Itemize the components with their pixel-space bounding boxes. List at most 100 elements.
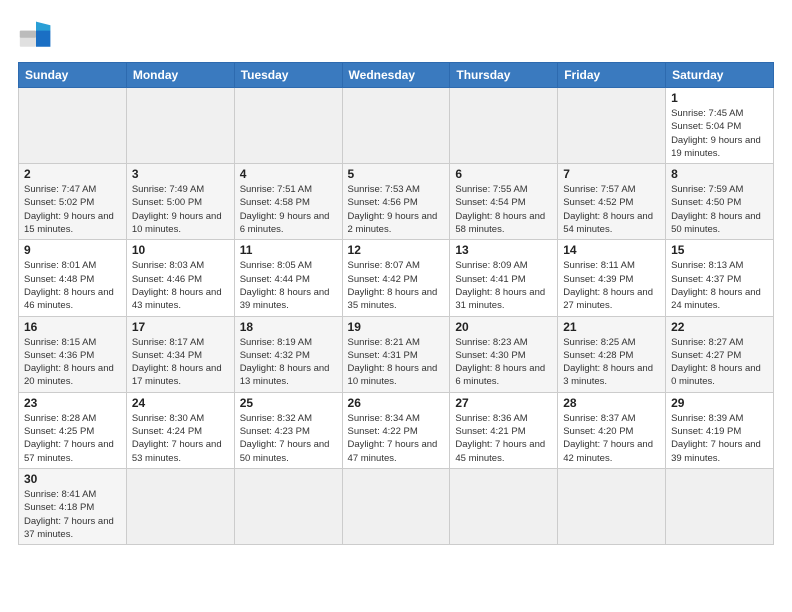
day-number: 28 xyxy=(563,396,660,410)
day-number: 9 xyxy=(24,243,121,257)
day-cell: 26Sunrise: 8:34 AM Sunset: 4:22 PM Dayli… xyxy=(342,392,450,468)
day-cell xyxy=(234,88,342,164)
day-cell xyxy=(126,88,234,164)
day-info: Sunrise: 8:11 AM Sunset: 4:39 PM Dayligh… xyxy=(563,259,660,312)
day-info: Sunrise: 8:21 AM Sunset: 4:31 PM Dayligh… xyxy=(348,336,445,389)
week-row-0: 1 Sunrise: 7:45 AM Sunset: 5:04 PM Daylig… xyxy=(19,88,774,164)
day-info: Sunrise: 7:57 AM Sunset: 4:52 PM Dayligh… xyxy=(563,183,660,236)
day-number: 1 xyxy=(671,91,768,105)
day-info: Sunrise: 7:51 AM Sunset: 4:58 PM Dayligh… xyxy=(240,183,337,236)
page: SundayMondayTuesdayWednesdayThursdayFrid… xyxy=(0,0,792,612)
day-info: Sunrise: 8:27 AM Sunset: 4:27 PM Dayligh… xyxy=(671,336,768,389)
day-number: 15 xyxy=(671,243,768,257)
day-number: 11 xyxy=(240,243,337,257)
day-info: Sunrise: 8:15 AM Sunset: 4:36 PM Dayligh… xyxy=(24,336,121,389)
day-info: Sunrise: 8:07 AM Sunset: 4:42 PM Dayligh… xyxy=(348,259,445,312)
day-info: Sunrise: 8:19 AM Sunset: 4:32 PM Dayligh… xyxy=(240,336,337,389)
weekday-monday: Monday xyxy=(126,63,234,88)
day-info: Sunrise: 7:45 AM Sunset: 5:04 PM Dayligh… xyxy=(671,107,768,160)
day-cell: 16 Sunrise: 8:15 AM Sunset: 4:36 PM Dayli… xyxy=(19,316,127,392)
week-row-5: 30Sunrise: 8:41 AM Sunset: 4:18 PM Dayli… xyxy=(19,468,774,544)
day-info: Sunrise: 8:01 AM Sunset: 4:48 PM Dayligh… xyxy=(24,259,121,312)
day-number: 4 xyxy=(240,167,337,181)
day-cell xyxy=(450,468,558,544)
day-number: 14 xyxy=(563,243,660,257)
day-info: Sunrise: 7:47 AM Sunset: 5:02 PM Dayligh… xyxy=(24,183,121,236)
day-info: Sunrise: 8:41 AM Sunset: 4:18 PM Dayligh… xyxy=(24,488,121,541)
day-cell: 12 Sunrise: 8:07 AM Sunset: 4:42 PM Dayli… xyxy=(342,240,450,316)
weekday-header-row: SundayMondayTuesdayWednesdayThursdayFrid… xyxy=(19,63,774,88)
day-cell: 4 Sunrise: 7:51 AM Sunset: 4:58 PM Daylig… xyxy=(234,164,342,240)
day-number: 24 xyxy=(132,396,229,410)
day-info: Sunrise: 8:36 AM Sunset: 4:21 PM Dayligh… xyxy=(455,412,552,465)
day-cell xyxy=(558,468,666,544)
day-number: 5 xyxy=(348,167,445,181)
day-info: Sunrise: 7:53 AM Sunset: 4:56 PM Dayligh… xyxy=(348,183,445,236)
day-cell: 3Sunrise: 7:49 AM Sunset: 5:00 PM Daylig… xyxy=(126,164,234,240)
day-number: 18 xyxy=(240,320,337,334)
day-cell: 27 Sunrise: 8:36 AM Sunset: 4:21 PM Dayli… xyxy=(450,392,558,468)
day-cell: 9 Sunrise: 8:01 AM Sunset: 4:48 PM Daylig… xyxy=(19,240,127,316)
day-cell: 20 Sunrise: 8:23 AM Sunset: 4:30 PM Dayli… xyxy=(450,316,558,392)
day-cell: 17 Sunrise: 8:17 AM Sunset: 4:34 PM Dayli… xyxy=(126,316,234,392)
day-number: 25 xyxy=(240,396,337,410)
day-cell: 18 Sunrise: 8:19 AM Sunset: 4:32 PM Dayli… xyxy=(234,316,342,392)
day-cell: 19Sunrise: 8:21 AM Sunset: 4:31 PM Dayli… xyxy=(342,316,450,392)
day-info: Sunrise: 8:13 AM Sunset: 4:37 PM Dayligh… xyxy=(671,259,768,312)
logo-icon xyxy=(18,18,54,54)
day-info: Sunrise: 8:25 AM Sunset: 4:28 PM Dayligh… xyxy=(563,336,660,389)
logo xyxy=(18,18,60,54)
day-number: 27 xyxy=(455,396,552,410)
day-cell xyxy=(342,88,450,164)
day-cell: 24 Sunrise: 8:30 AM Sunset: 4:24 PM Dayli… xyxy=(126,392,234,468)
day-number: 10 xyxy=(132,243,229,257)
day-info: Sunrise: 8:09 AM Sunset: 4:41 PM Dayligh… xyxy=(455,259,552,312)
day-cell: 25Sunrise: 8:32 AM Sunset: 4:23 PM Dayli… xyxy=(234,392,342,468)
day-info: Sunrise: 7:59 AM Sunset: 4:50 PM Dayligh… xyxy=(671,183,768,236)
day-number: 6 xyxy=(455,167,552,181)
day-cell: 14 Sunrise: 8:11 AM Sunset: 4:39 PM Dayli… xyxy=(558,240,666,316)
day-cell: 23 Sunrise: 8:28 AM Sunset: 4:25 PM Dayli… xyxy=(19,392,127,468)
day-cell: 15 Sunrise: 8:13 AM Sunset: 4:37 PM Dayli… xyxy=(666,240,774,316)
day-info: Sunrise: 8:28 AM Sunset: 4:25 PM Dayligh… xyxy=(24,412,121,465)
day-cell xyxy=(19,88,127,164)
day-info: Sunrise: 8:03 AM Sunset: 4:46 PM Dayligh… xyxy=(132,259,229,312)
week-row-1: 2Sunrise: 7:47 AM Sunset: 5:02 PM Daylig… xyxy=(19,164,774,240)
weekday-wednesday: Wednesday xyxy=(342,63,450,88)
weekday-tuesday: Tuesday xyxy=(234,63,342,88)
day-cell xyxy=(666,468,774,544)
day-cell: 2Sunrise: 7:47 AM Sunset: 5:02 PM Daylig… xyxy=(19,164,127,240)
day-info: Sunrise: 8:37 AM Sunset: 4:20 PM Dayligh… xyxy=(563,412,660,465)
weekday-friday: Friday xyxy=(558,63,666,88)
day-cell: 6Sunrise: 7:55 AM Sunset: 4:54 PM Daylig… xyxy=(450,164,558,240)
calendar: SundayMondayTuesdayWednesdayThursdayFrid… xyxy=(18,62,774,545)
day-number: 17 xyxy=(132,320,229,334)
day-cell: 8 Sunrise: 7:59 AM Sunset: 4:50 PM Daylig… xyxy=(666,164,774,240)
day-cell xyxy=(126,468,234,544)
day-cell xyxy=(450,88,558,164)
day-info: Sunrise: 8:23 AM Sunset: 4:30 PM Dayligh… xyxy=(455,336,552,389)
day-info: Sunrise: 7:49 AM Sunset: 5:00 PM Dayligh… xyxy=(132,183,229,236)
day-info: Sunrise: 8:39 AM Sunset: 4:19 PM Dayligh… xyxy=(671,412,768,465)
day-number: 16 xyxy=(24,320,121,334)
day-number: 12 xyxy=(348,243,445,257)
day-cell xyxy=(342,468,450,544)
day-cell: 28 Sunrise: 8:37 AM Sunset: 4:20 PM Dayli… xyxy=(558,392,666,468)
header xyxy=(18,18,774,54)
day-cell: 29Sunrise: 8:39 AM Sunset: 4:19 PM Dayli… xyxy=(666,392,774,468)
day-cell xyxy=(558,88,666,164)
day-number: 20 xyxy=(455,320,552,334)
day-number: 7 xyxy=(563,167,660,181)
day-cell xyxy=(234,468,342,544)
week-row-2: 9 Sunrise: 8:01 AM Sunset: 4:48 PM Daylig… xyxy=(19,240,774,316)
day-info: Sunrise: 8:34 AM Sunset: 4:22 PM Dayligh… xyxy=(348,412,445,465)
day-number: 23 xyxy=(24,396,121,410)
day-number: 13 xyxy=(455,243,552,257)
day-number: 8 xyxy=(671,167,768,181)
day-info: Sunrise: 8:30 AM Sunset: 4:24 PM Dayligh… xyxy=(132,412,229,465)
weekday-saturday: Saturday xyxy=(666,63,774,88)
day-cell: 11Sunrise: 8:05 AM Sunset: 4:44 PM Dayli… xyxy=(234,240,342,316)
day-cell: 22Sunrise: 8:27 AM Sunset: 4:27 PM Dayli… xyxy=(666,316,774,392)
day-cell: 21Sunrise: 8:25 AM Sunset: 4:28 PM Dayli… xyxy=(558,316,666,392)
day-info: Sunrise: 8:17 AM Sunset: 4:34 PM Dayligh… xyxy=(132,336,229,389)
